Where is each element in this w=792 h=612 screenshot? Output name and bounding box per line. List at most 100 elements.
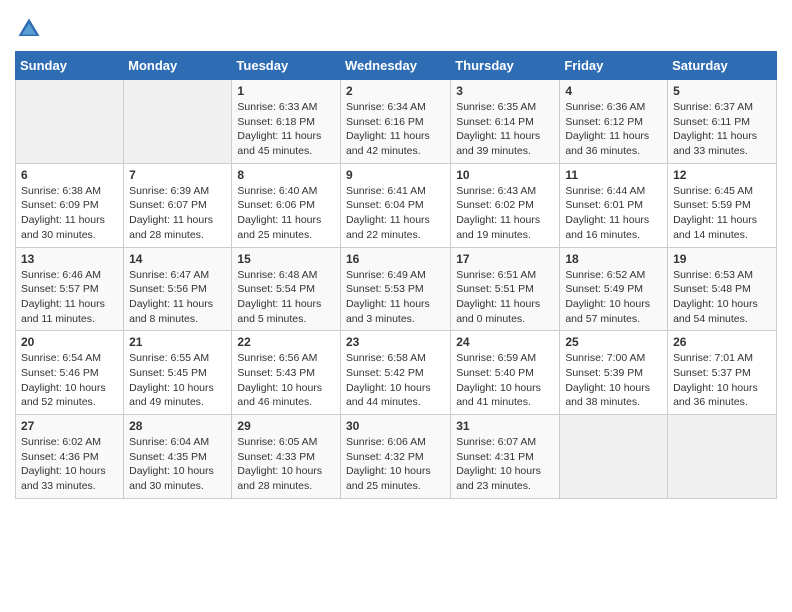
- calendar-cell: 6Sunrise: 6:38 AMSunset: 6:09 PMDaylight…: [16, 163, 124, 247]
- sunset: Sunset: 5:39 PM: [565, 367, 643, 379]
- day-number: 23: [346, 335, 445, 349]
- day-info: Sunrise: 6:41 AMSunset: 6:04 PMDaylight:…: [346, 184, 445, 243]
- sunrise: Sunrise: 6:58 AM: [346, 352, 426, 364]
- calendar-week-row: 6Sunrise: 6:38 AMSunset: 6:09 PMDaylight…: [16, 163, 777, 247]
- calendar-cell: [560, 415, 668, 499]
- sunrise: Sunrise: 6:48 AM: [237, 269, 317, 281]
- logo: [15, 15, 47, 43]
- day-number: 13: [21, 252, 118, 266]
- calendar-week-row: 13Sunrise: 6:46 AMSunset: 5:57 PMDayligh…: [16, 247, 777, 331]
- sunset: Sunset: 5:46 PM: [21, 367, 99, 379]
- day-number: 18: [565, 252, 662, 266]
- sunset: Sunset: 5:40 PM: [456, 367, 534, 379]
- day-info: Sunrise: 7:00 AMSunset: 5:39 PMDaylight:…: [565, 351, 662, 410]
- sunrise: Sunrise: 6:46 AM: [21, 269, 101, 281]
- daylight: Daylight: 10 hours and 52 minutes.: [21, 382, 106, 409]
- calendar-cell: 19 Sunrise: 6:53 AMSunset: 5:48 PMDayligh…: [668, 247, 777, 331]
- day-info: Sunrise: 6:54 AMSunset: 5:46 PMDaylight:…: [21, 351, 118, 410]
- sunrise: Sunrise: 6:53 AM: [673, 269, 753, 281]
- calendar-cell: 15Sunrise: 6:48 AMSunset: 5:54 PMDayligh…: [232, 247, 341, 331]
- sunset: Sunset: 6:02 PM: [456, 199, 534, 211]
- calendar-cell: 10Sunrise: 6:43 AMSunset: 6:02 PMDayligh…: [451, 163, 560, 247]
- sunset: Sunset: 5:37 PM: [673, 367, 751, 379]
- sunrise: Sunrise: 6:51 AM: [456, 269, 536, 281]
- sunset: Sunset: 6:12 PM: [565, 116, 643, 128]
- calendar-cell: 31Sunrise: 6:07 AMSunset: 4:31 PMDayligh…: [451, 415, 560, 499]
- calendar-cell: 16Sunrise: 6:49 AMSunset: 5:53 PMDayligh…: [340, 247, 450, 331]
- day-number: 20: [21, 335, 118, 349]
- day-number: 6: [21, 168, 118, 182]
- sunset: Sunset: 5:51 PM: [456, 283, 534, 295]
- day-number: 29: [237, 419, 335, 433]
- sunset: Sunset: 6:18 PM: [237, 116, 315, 128]
- day-info: Sunrise: 6:53 AMSunset: 5:48 PMDaylight:…: [673, 268, 771, 327]
- day-info: Sunrise: 7:01 AMSunset: 5:37 PMDaylight:…: [673, 351, 771, 410]
- calendar-cell: [16, 80, 124, 164]
- sunrise: Sunrise: 6:43 AM: [456, 185, 536, 197]
- daylight: Daylight: 10 hours and 49 minutes.: [129, 382, 214, 409]
- daylight: Daylight: 11 hours and 39 minutes.: [456, 130, 540, 157]
- day-number: 28: [129, 419, 226, 433]
- calendar-cell: 18 Sunrise: 6:52 AMSunset: 5:49 PMDayligh…: [560, 247, 668, 331]
- day-info: Sunrise: 6:07 AMSunset: 4:31 PMDaylight:…: [456, 435, 554, 494]
- sunrise: Sunrise: 6:07 AM: [456, 436, 536, 448]
- daylight: Daylight: 10 hours and 44 minutes.: [346, 382, 431, 409]
- sunrise: Sunrise: 6:59 AM: [456, 352, 536, 364]
- header: [15, 10, 777, 43]
- sunrise: Sunrise: 6:55 AM: [129, 352, 209, 364]
- sunrise: Sunrise: 6:56 AM: [237, 352, 317, 364]
- sunset: Sunset: 5:54 PM: [237, 283, 315, 295]
- daylight: Daylight: 11 hours and 14 minutes.: [673, 214, 757, 241]
- calendar-cell: 30Sunrise: 6:06 AMSunset: 4:32 PMDayligh…: [340, 415, 450, 499]
- sunset: Sunset: 5:56 PM: [129, 283, 207, 295]
- day-number: 17: [456, 252, 554, 266]
- sunset: Sunset: 4:32 PM: [346, 451, 424, 463]
- calendar-cell: 9Sunrise: 6:41 AMSunset: 6:04 PMDaylight…: [340, 163, 450, 247]
- day-info: Sunrise: 6:35 AMSunset: 6:14 PMDaylight:…: [456, 100, 554, 159]
- sunset: Sunset: 6:06 PM: [237, 199, 315, 211]
- calendar-cell: [668, 415, 777, 499]
- sunrise: Sunrise: 6:39 AM: [129, 185, 209, 197]
- sunrise: Sunrise: 7:01 AM: [673, 352, 753, 364]
- day-number: 15: [237, 252, 335, 266]
- sunset: Sunset: 6:14 PM: [456, 116, 534, 128]
- sunset: Sunset: 5:45 PM: [129, 367, 207, 379]
- daylight: Daylight: 11 hours and 30 minutes.: [21, 214, 105, 241]
- sunset: Sunset: 6:04 PM: [346, 199, 424, 211]
- sunrise: Sunrise: 6:45 AM: [673, 185, 753, 197]
- calendar-cell: 23Sunrise: 6:58 AMSunset: 5:42 PMDayligh…: [340, 331, 450, 415]
- day-info: Sunrise: 6:02 AMSunset: 4:36 PMDaylight:…: [21, 435, 118, 494]
- sunrise: Sunrise: 6:02 AM: [21, 436, 101, 448]
- day-number: 19: [673, 252, 771, 266]
- day-info: Sunrise: 6:52 AMSunset: 5:49 PMDaylight:…: [565, 268, 662, 327]
- daylight: Daylight: 11 hours and 28 minutes.: [129, 214, 213, 241]
- day-number: 11: [565, 168, 662, 182]
- day-info: Sunrise: 6:44 AMSunset: 6:01 PMDaylight:…: [565, 184, 662, 243]
- day-number: 1: [237, 84, 335, 98]
- calendar-cell: 2Sunrise: 6:34 AMSunset: 6:16 PMDaylight…: [340, 80, 450, 164]
- daylight: Daylight: 11 hours and 11 minutes.: [21, 298, 105, 325]
- sunset: Sunset: 6:16 PM: [346, 116, 424, 128]
- sunset: Sunset: 5:59 PM: [673, 199, 751, 211]
- sunset: Sunset: 6:07 PM: [129, 199, 207, 211]
- day-info: Sunrise: 6:06 AMSunset: 4:32 PMDaylight:…: [346, 435, 445, 494]
- calendar-cell: 24Sunrise: 6:59 AMSunset: 5:40 PMDayligh…: [451, 331, 560, 415]
- sunrise: Sunrise: 6:38 AM: [21, 185, 101, 197]
- header-row: SundayMondayTuesdayWednesdayThursdayFrid…: [16, 52, 777, 80]
- sunset: Sunset: 5:43 PM: [237, 367, 315, 379]
- calendar-table: SundayMondayTuesdayWednesdayThursdayFrid…: [15, 51, 777, 499]
- day-info: Sunrise: 6:33 AMSunset: 6:18 PMDaylight:…: [237, 100, 335, 159]
- sunrise: Sunrise: 7:00 AM: [565, 352, 645, 364]
- daylight: Daylight: 11 hours and 0 minutes.: [456, 298, 540, 325]
- day-number: 2: [346, 84, 445, 98]
- sunset: Sunset: 6:01 PM: [565, 199, 643, 211]
- calendar-cell: 20 Sunrise: 6:54 AMSunset: 5:46 PMDayligh…: [16, 331, 124, 415]
- weekday-header: Sunday: [16, 52, 124, 80]
- calendar-week-row: 20 Sunrise: 6:54 AMSunset: 5:46 PMDayligh…: [16, 331, 777, 415]
- weekday-header: Monday: [124, 52, 232, 80]
- sunrise: Sunrise: 6:44 AM: [565, 185, 645, 197]
- sunset: Sunset: 5:53 PM: [346, 283, 424, 295]
- calendar-cell: 7Sunrise: 6:39 AMSunset: 6:07 PMDaylight…: [124, 163, 232, 247]
- sunrise: Sunrise: 6:05 AM: [237, 436, 317, 448]
- weekday-header: Tuesday: [232, 52, 341, 80]
